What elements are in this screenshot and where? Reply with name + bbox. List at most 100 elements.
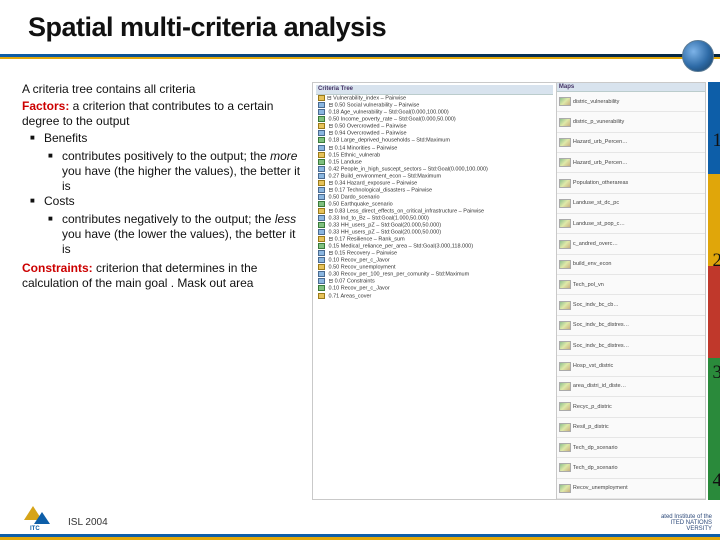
- tree-row[interactable]: 0.10 Recov_per_c_Javor: [316, 285, 553, 292]
- tree-row[interactable]: ⊟ 0.83 Less_direct_effects_on_critical_i…: [316, 208, 553, 215]
- tree-row[interactable]: 0.50 Income_poverty_rate – Std:Goal(0.00…: [316, 116, 553, 123]
- tree-node-icon: [318, 130, 325, 136]
- tree-row[interactable]: ⊟ 0.17 Technological_disasters – Pairwis…: [316, 187, 553, 194]
- content-area: A criteria tree contains all criteria Fa…: [22, 82, 720, 500]
- map-thumb-icon: [559, 280, 571, 289]
- map-row[interactable]: area_distri_id_diste…: [557, 377, 705, 397]
- map-row[interactable]: distric_vulnerability: [557, 92, 705, 112]
- tree-node-icon: [318, 123, 325, 129]
- annotation-1: 1: [713, 130, 720, 152]
- map-row[interactable]: Population_otherareas: [557, 173, 705, 193]
- map-thumb-icon: [559, 382, 571, 391]
- constraints-line: Constraints: criterion that determines i…: [22, 261, 304, 291]
- map-row[interactable]: distric_p_vunerability: [557, 112, 705, 132]
- tree-row[interactable]: 0.18 Large_deprived_households – Std:Max…: [316, 137, 553, 144]
- tree-row[interactable]: ⊟ 0.50 Overcrowded – Pairwise: [316, 123, 553, 130]
- unu-text: ated Institute of the ITED NATIONS VERSI…: [661, 514, 712, 532]
- tree-row[interactable]: ⊟ 0.17 Resilience – Rank_sum: [316, 236, 553, 243]
- tree-row[interactable]: 0.15 Medical_reliance_per_area – Std:Goa…: [316, 243, 553, 250]
- tree-row[interactable]: 0.50 Dardo_scenario: [316, 194, 553, 201]
- tree-row[interactable]: 0.15 Landuse: [316, 159, 553, 166]
- tree-row[interactable]: ⊟ 0.07 Constraints: [316, 278, 553, 285]
- tree-row[interactable]: ⊟ 0.50 Social vulnerability – Pairwise: [316, 102, 553, 109]
- tree-node-icon: [318, 173, 325, 179]
- map-row[interactable]: Soc_indv_bc_distres…: [557, 336, 705, 356]
- intro-text: A criteria tree contains all criteria: [22, 82, 304, 97]
- tree-node-icon: [318, 264, 325, 270]
- tree-node-icon: [318, 145, 325, 151]
- annotation-2: 2: [713, 250, 720, 272]
- map-thumb-icon: [559, 240, 571, 249]
- map-row[interactable]: Hazard_urb_Percen…: [557, 133, 705, 153]
- bullet-costs: Costs: [22, 194, 304, 209]
- map-row[interactable]: build_env_econ: [557, 255, 705, 275]
- tree-row[interactable]: ⊟ 0.34 Hazard_exposure – Pairwise: [316, 180, 553, 187]
- maps-list[interactable]: Maps distric_vulnerabilitydistric_p_vune…: [557, 82, 706, 500]
- map-row[interactable]: Hosp_vst_distric: [557, 356, 705, 376]
- map-thumb-icon: [559, 118, 571, 127]
- annotation-3: 3: [713, 362, 720, 384]
- criteria-tree[interactable]: Criteria Tree ⊟ Vulnerability_index – Pa…: [312, 82, 557, 500]
- tree-node-icon: [318, 159, 325, 165]
- tree-node-icon: [318, 109, 325, 115]
- tree-node-icon: [318, 180, 325, 186]
- tree-node-icon: [318, 257, 325, 263]
- tree-row[interactable]: 0.33 HH_users_pZ – Std:Goal(20.000,50.00…: [316, 229, 553, 236]
- map-row[interactable]: c_andred_overc…: [557, 234, 705, 254]
- slide: Spatial multi-criteria analysis A criter…: [0, 0, 720, 540]
- tree-node-icon: [318, 137, 325, 143]
- map-row[interactable]: Tech_dp_scenario: [557, 458, 705, 478]
- text-column: A criteria tree contains all criteria Fa…: [22, 82, 312, 500]
- tree-row[interactable]: ⊟ 0.15 Recovery – Pairwise: [316, 250, 553, 257]
- tree-row[interactable]: 0.18 Age_vulnerability – Std:Goal(0.000,…: [316, 109, 553, 116]
- tree-node-icon: [318, 243, 325, 249]
- map-row[interactable]: Tech_dp_scenario: [557, 438, 705, 458]
- tree-row[interactable]: 0.50 Earthquake_scenario: [316, 201, 553, 208]
- tree-row[interactable]: ⊟ 0.14 Minorities – Pairwise: [316, 145, 553, 152]
- tree-row[interactable]: 0.15 Ethnic_vulnerab: [316, 152, 553, 159]
- tree-row[interactable]: 0.71 Areas_cover: [316, 293, 553, 300]
- map-thumb-icon: [559, 97, 571, 106]
- map-thumb-icon: [559, 321, 571, 330]
- map-row[interactable]: Resil_p_distric: [557, 418, 705, 438]
- map-thumb-icon: [559, 158, 571, 167]
- tree-node-icon: [318, 102, 325, 108]
- tree-row[interactable]: ⊟ 0.94 Overcrowded – Pairwise: [316, 130, 553, 137]
- constraints-label: Constraints:: [22, 261, 93, 275]
- map-thumb-icon: [559, 402, 571, 411]
- tree-node-icon: [318, 215, 325, 221]
- tree-node-icon: [318, 222, 325, 228]
- map-row[interactable]: Recov_unemployment: [557, 479, 705, 499]
- tree-row[interactable]: 0.10 Recov_per_c_Javor: [316, 257, 553, 264]
- map-thumb-icon: [559, 463, 571, 472]
- tree-row[interactable]: 0.27 Build_environment_econ – Std:Maximu…: [316, 173, 553, 180]
- slide-title: Spatial multi-criteria analysis: [0, 0, 720, 49]
- map-row[interactable]: Soc_indv_bc_distres…: [557, 316, 705, 336]
- tree-row[interactable]: 0.33 HH_users_pZ – Std:Goal(20.000,50.00…: [316, 222, 553, 229]
- map-row[interactable]: Hazard_urb_Percen…: [557, 153, 705, 173]
- tree-node-icon: [318, 166, 325, 172]
- map-thumb-icon: [559, 138, 571, 147]
- annotation-4: 4: [713, 470, 720, 492]
- tree-row[interactable]: 0.50 Recov_unemployment: [316, 264, 553, 271]
- tree-node-icon: [318, 293, 325, 299]
- tree-row[interactable]: 0.33 Ind_to_Bz – Std:Goal(1.000,50.000): [316, 215, 553, 222]
- tree-node-icon: [318, 95, 325, 101]
- tree-node-icon: [318, 285, 325, 291]
- tree-row[interactable]: 0.30 Recov_per_100_resn_per_comunity – S…: [316, 271, 553, 278]
- bullet-benefits: Benefits: [22, 131, 304, 146]
- tree-row[interactable]: ⊟ Vulnerability_index – Pairwise: [316, 95, 553, 102]
- itc-logo-text: ITC: [30, 526, 40, 532]
- map-row[interactable]: Recyc_p_distric: [557, 397, 705, 417]
- map-thumb-icon: [559, 423, 571, 432]
- map-row[interactable]: Landuse_st_pop_c…: [557, 214, 705, 234]
- tree-node-icon: [318, 271, 325, 277]
- map-row[interactable]: Landuse_st_dc_pc: [557, 194, 705, 214]
- map-row[interactable]: Tech_pol_vn: [557, 275, 705, 295]
- tree-row[interactable]: 0.42 People_in_high_suscept_sectors – St…: [316, 166, 553, 173]
- globe-icon: [682, 40, 714, 72]
- tree-node-icon: [318, 236, 325, 242]
- tree-node-icon: [318, 152, 325, 158]
- factors-line: Factors: a criterion that contributes to…: [22, 99, 304, 129]
- map-row[interactable]: Soc_indv_bc_cb…: [557, 295, 705, 315]
